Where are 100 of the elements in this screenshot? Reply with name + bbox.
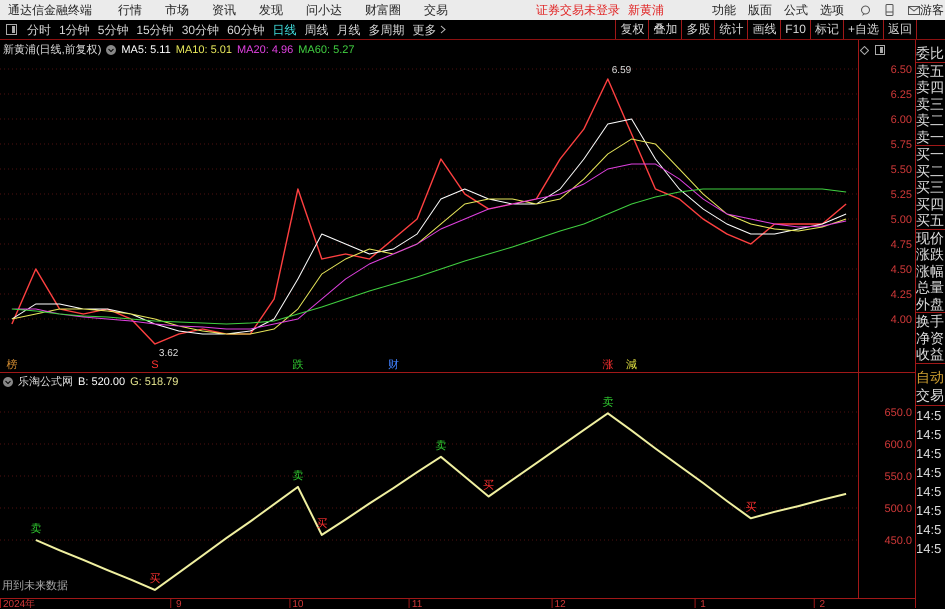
indicator-value: B: 520.00 — [78, 375, 126, 390]
panel-toggle-icon — [875, 45, 885, 55]
period-tab[interactable]: 更多 — [408, 20, 440, 38]
toolbar-button[interactable]: 多股 — [681, 20, 714, 39]
date-label: 9 — [176, 599, 182, 608]
quote-field-label: 换手 — [916, 313, 945, 330]
quote-field-label: 收益 — [916, 346, 945, 362]
menu-item[interactable]: 市场 — [165, 1, 189, 19]
axis-label: 6.00 — [890, 114, 912, 126]
caret-icon — [440, 25, 446, 34]
toolbar-button[interactable]: 复权 — [615, 20, 648, 39]
period-tab[interactable]: 分时 — [23, 20, 55, 38]
period-tab[interactable]: 日线 — [268, 20, 300, 38]
chat-icon — [860, 4, 871, 16]
price-label: 6.59 — [612, 65, 632, 76]
trade-time: 14:5 — [916, 483, 942, 501]
menu-item[interactable]: 版面 — [748, 1, 772, 19]
quote-field-label: 买五 — [916, 212, 945, 228]
indicator-value: MA10: 5.01 — [176, 43, 232, 58]
axis-label: 600.0 — [884, 439, 912, 451]
sell-signal: 卖 — [602, 396, 614, 408]
axis-label: 450.0 — [884, 535, 912, 547]
event-marker: S — [151, 359, 159, 371]
date-label: 1 — [700, 599, 706, 608]
quote-field-label: 买四 — [916, 196, 945, 212]
indicator-value: G: 518.79 — [130, 375, 178, 390]
toolbar-button[interactable]: 叠加 — [648, 20, 682, 39]
menu-item[interactable]: 交易 — [424, 1, 448, 19]
date-label: 2024年 — [3, 599, 36, 608]
trade-time: 14:5 — [916, 445, 942, 463]
period-tab[interactable]: 5分钟 — [94, 20, 132, 38]
app-title: 通达信金融终端 — [8, 2, 92, 19]
period-tab[interactable]: 60分钟 — [223, 20, 268, 38]
axis-label: 5.25 — [890, 189, 912, 201]
price-label: 3.62 — [158, 348, 178, 359]
login-status: 证券交易未登录 — [536, 2, 620, 19]
event-marker: 跌 — [292, 359, 304, 371]
trade-time: 14:5 — [916, 521, 942, 539]
trade-time: 14:5 — [916, 426, 942, 444]
toolbar-button[interactable]: 统计 — [714, 20, 748, 39]
buy-signal: 买 — [483, 480, 494, 492]
quote-field-label: 买一 — [916, 146, 945, 162]
menu-item[interactable]: 问小达 — [306, 1, 342, 19]
panel-toggle-icon — [6, 24, 17, 35]
axis-label: 5.00 — [890, 214, 912, 226]
quote-field-label: 净资 — [916, 330, 945, 346]
event-marker: 減 — [626, 359, 638, 371]
trade-time: 14:5 — [916, 407, 942, 425]
stock-link[interactable]: 新黄浦 — [628, 1, 664, 19]
menu-item[interactable]: 财富圈 — [365, 1, 401, 19]
date-label: 10 — [292, 599, 304, 608]
user-label[interactable]: 游客 — [920, 1, 944, 19]
trade-label: 交易 — [916, 385, 945, 406]
quote-field-label: 总量 — [916, 279, 945, 296]
quote-field-label: 卖三 — [916, 96, 945, 112]
period-tab[interactable]: 1分钟 — [55, 20, 94, 38]
quote-field-label: 委比 — [916, 45, 945, 62]
toolbar-button[interactable]: +自选 — [842, 20, 883, 39]
sell-signal: 卖 — [435, 440, 446, 452]
menu-item[interactable]: 资讯 — [212, 1, 236, 19]
chart-title: 新黄浦(日线,前复权) — [3, 42, 102, 58]
period-tab[interactable]: 周线 — [300, 20, 332, 38]
indicator-value: MA5: 5.11 — [121, 43, 171, 58]
menu-item[interactable]: 公式 — [784, 1, 808, 19]
quote-field-label: 现价 — [916, 230, 945, 246]
date-label: 12 — [554, 599, 566, 608]
period-tab[interactable]: 月线 — [332, 20, 364, 38]
axis-label: 6.25 — [890, 89, 912, 101]
period-tab[interactable]: 15分钟 — [132, 20, 178, 38]
axis-label: 4.00 — [890, 314, 912, 326]
diamond-icon — [860, 46, 869, 54]
menu-item[interactable]: 功能 — [712, 1, 736, 19]
menu-item[interactable]: 行情 — [118, 1, 142, 19]
period-tab[interactable]: 多周期 — [364, 20, 408, 38]
dropdown-icon — [106, 45, 116, 56]
quote-field-label: 涨跌 — [916, 246, 945, 262]
menu-item[interactable]: 选项 — [820, 1, 844, 19]
sell-signal: 卖 — [30, 523, 42, 535]
quote-field-label: 卖一 — [916, 128, 945, 145]
auto-label[interactable]: 自动 — [916, 368, 945, 385]
buy-signal: 买 — [316, 518, 328, 530]
warning-note: 用到未来数据 — [2, 578, 68, 594]
toolbar-button[interactable]: 返回 — [883, 20, 916, 39]
axis-label: 6.50 — [890, 64, 912, 76]
period-tab[interactable]: 30分钟 — [178, 20, 224, 38]
date-label: 2 — [819, 599, 826, 608]
axis-label: 4.25 — [890, 289, 912, 301]
phone-icon — [885, 4, 894, 16]
quote-field-label: 卖四 — [916, 79, 945, 96]
quote-field-label: 涨幅 — [916, 262, 945, 279]
toolbar-button[interactable]: 标记 — [810, 20, 843, 39]
axis-label: 650.0 — [884, 407, 912, 419]
event-marker: 榜 — [6, 359, 18, 371]
axis-label: 550.0 — [884, 471, 912, 483]
axis-label: 4.75 — [890, 239, 912, 251]
trade-time: 14:5 — [916, 502, 942, 520]
indicator-value: MA60: 5.27 — [298, 43, 355, 58]
toolbar-button[interactable]: 画线 — [747, 20, 780, 39]
menu-item[interactable]: 发现 — [259, 1, 283, 19]
toolbar-button[interactable]: F10 — [780, 20, 810, 39]
